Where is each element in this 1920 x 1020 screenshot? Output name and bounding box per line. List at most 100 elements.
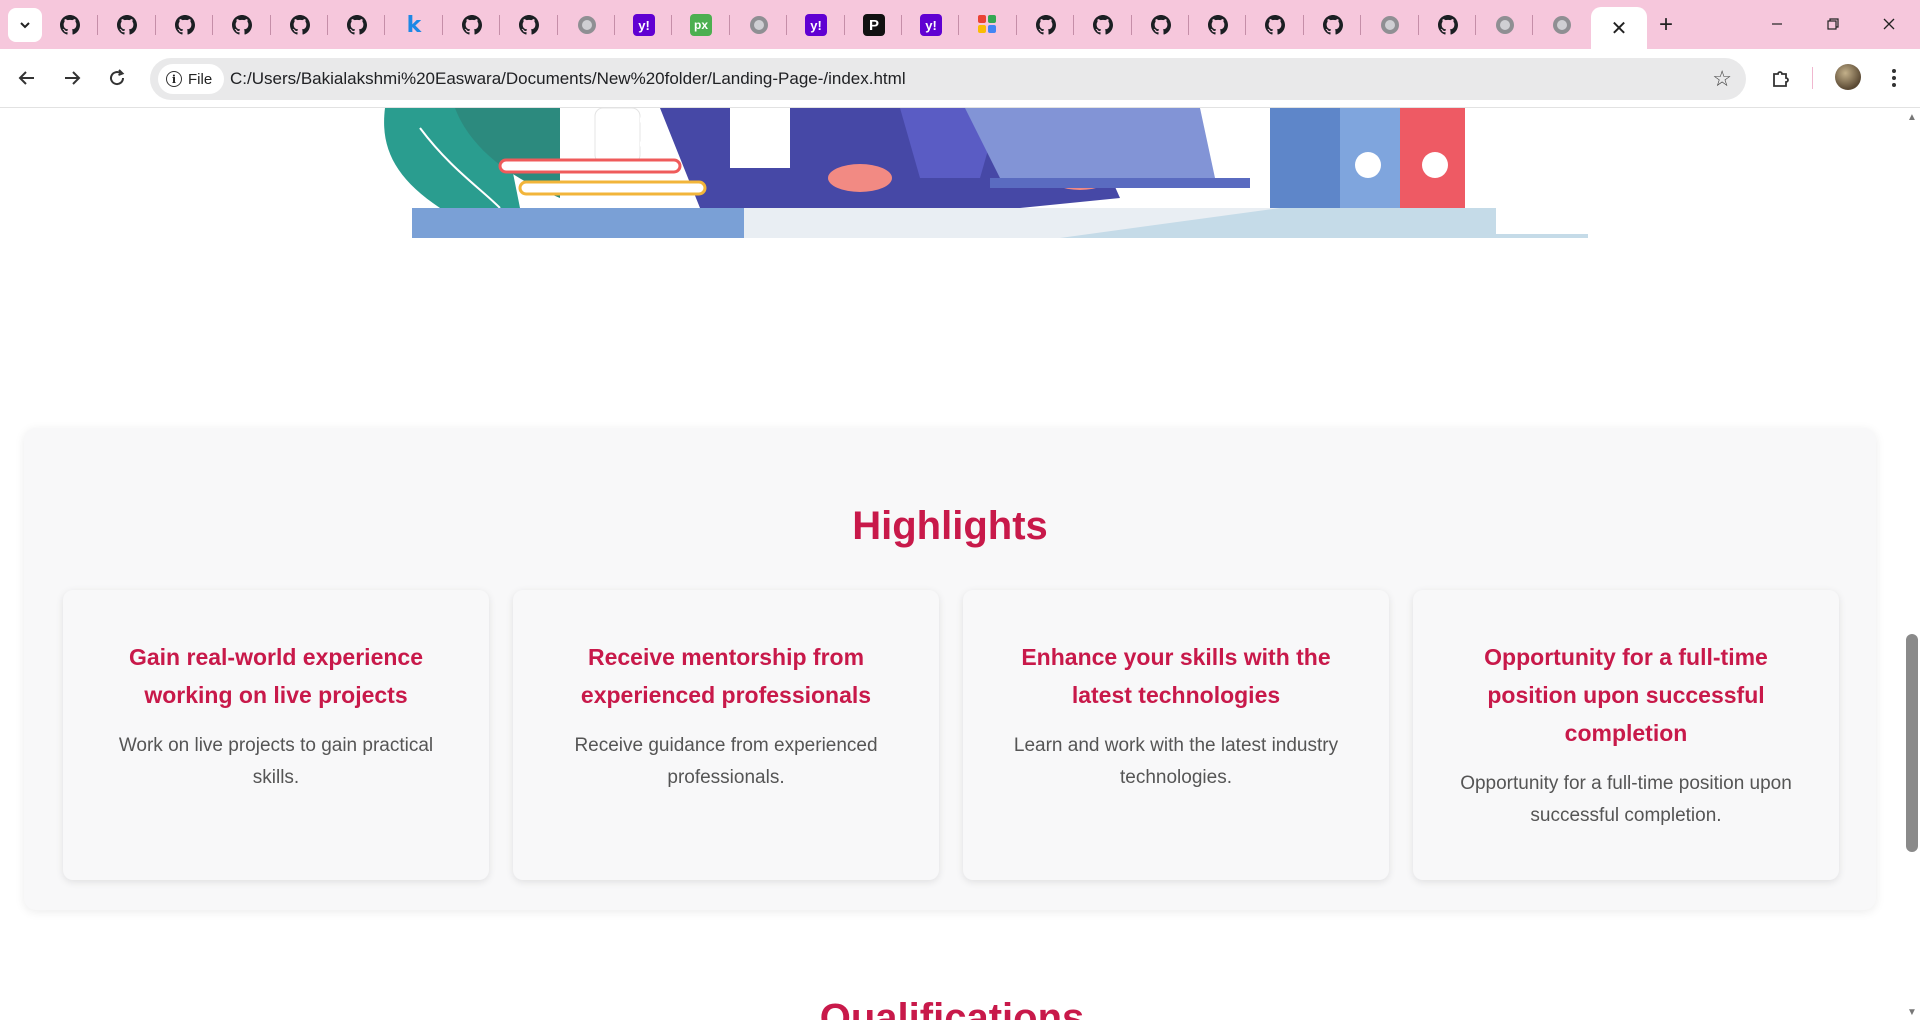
browser-tab[interactable]: P bbox=[848, 7, 900, 43]
github-icon bbox=[518, 14, 540, 36]
chevron-down-icon bbox=[20, 22, 30, 29]
tab-separator bbox=[1188, 15, 1189, 35]
github-icon bbox=[116, 14, 138, 36]
browser-tab[interactable] bbox=[1307, 7, 1359, 43]
tab-separator bbox=[614, 15, 615, 35]
browser-tab[interactable] bbox=[503, 7, 555, 43]
browser-tab[interactable] bbox=[1479, 7, 1531, 43]
browser-tab[interactable] bbox=[1192, 7, 1244, 43]
tab-separator bbox=[1131, 15, 1132, 35]
restore-button[interactable] bbox=[1810, 6, 1856, 42]
highlight-card: Enhance your skills with the latest tech… bbox=[963, 590, 1389, 880]
new-tab-button[interactable]: + bbox=[1651, 10, 1681, 40]
close-icon[interactable]: ✕ bbox=[1611, 16, 1628, 41]
github-icon bbox=[1150, 14, 1172, 36]
bookmark-star-icon[interactable]: ☆ bbox=[1712, 66, 1732, 92]
back-arrow-icon bbox=[18, 71, 34, 85]
extensions-button[interactable] bbox=[1764, 61, 1798, 95]
qualifications-title: Qualifications bbox=[819, 996, 1085, 1020]
highlight-card-title: Opportunity for a full-time position upo… bbox=[1484, 644, 1768, 746]
github-icon bbox=[174, 14, 196, 36]
highlights-section: Highlights Gain real-world experience wo… bbox=[24, 428, 1876, 910]
browser-tab[interactable] bbox=[1135, 7, 1187, 43]
back-button[interactable] bbox=[10, 61, 44, 95]
github-icon bbox=[1437, 14, 1459, 36]
browser-tab[interactable] bbox=[44, 7, 96, 43]
browser-tab[interactable] bbox=[101, 7, 153, 43]
tab-separator bbox=[1418, 15, 1419, 35]
scroll-thumb[interactable] bbox=[1906, 634, 1918, 852]
browser-tab[interactable] bbox=[216, 7, 268, 43]
github-icon bbox=[1264, 14, 1286, 36]
browser-tab[interactable]: k bbox=[388, 7, 440, 43]
globe-icon bbox=[750, 16, 768, 34]
globe-icon bbox=[1553, 16, 1571, 34]
browser-tab[interactable]: px bbox=[675, 7, 727, 43]
github-icon bbox=[59, 14, 81, 36]
close-window-button[interactable] bbox=[1866, 6, 1912, 42]
browser-tab[interactable] bbox=[1077, 7, 1129, 43]
highlight-card-description: Work on live projects to gain practical … bbox=[118, 735, 434, 788]
px-icon: px bbox=[690, 14, 712, 36]
more-vertical-icon bbox=[1892, 69, 1896, 87]
tab-separator bbox=[844, 15, 845, 35]
toolbar-divider bbox=[1812, 67, 1813, 89]
minimize-button[interactable] bbox=[1754, 6, 1800, 42]
site-info-chip[interactable]: i File bbox=[158, 64, 225, 94]
browser-tab[interactable] bbox=[1536, 7, 1588, 43]
browser-menu-button[interactable] bbox=[1877, 61, 1911, 95]
hero-illustration bbox=[384, 108, 1588, 238]
url-text[interactable]: C:/Users/Bakialakshmi%20Easwara/Document… bbox=[230, 69, 906, 89]
browser-tab[interactable] bbox=[274, 7, 326, 43]
browser-tab[interactable]: y! bbox=[905, 7, 957, 43]
active-tab[interactable]: ✕ bbox=[1591, 7, 1647, 49]
tab-search-button[interactable] bbox=[8, 8, 42, 42]
tab-separator bbox=[1360, 15, 1361, 35]
github-icon bbox=[461, 14, 483, 36]
highlight-card: Receive mentorship from experienced prof… bbox=[513, 590, 939, 880]
browser-tab[interactable] bbox=[1422, 7, 1474, 43]
yahoo-icon: y! bbox=[633, 14, 655, 36]
tab-separator bbox=[1303, 15, 1304, 35]
pinwheel-icon bbox=[978, 15, 998, 35]
close-window-icon bbox=[1883, 18, 1895, 30]
globe-icon bbox=[578, 16, 596, 34]
restore-icon bbox=[1827, 18, 1839, 30]
browser-tab[interactable] bbox=[962, 7, 1014, 43]
browser-tab[interactable] bbox=[331, 7, 383, 43]
scroll-down-arrow-icon[interactable]: ▼ bbox=[1907, 1007, 1917, 1018]
highlight-card-description: Receive guidance from experienced profes… bbox=[574, 735, 878, 788]
browser-tab[interactable] bbox=[733, 7, 785, 43]
browser-tab[interactable] bbox=[446, 7, 498, 43]
browser-toolbar: i File C:/Users/Bakialakshmi%20Easwara/D… bbox=[0, 49, 1920, 108]
browser-tab[interactable] bbox=[561, 7, 613, 43]
browser-tab[interactable]: y! bbox=[790, 7, 842, 43]
browser-tab[interactable] bbox=[159, 7, 211, 43]
profile-avatar[interactable] bbox=[1835, 64, 1861, 90]
scroll-up-arrow-icon[interactable]: ▲ bbox=[1907, 112, 1917, 123]
tab-separator bbox=[327, 15, 328, 35]
minimize-icon bbox=[1772, 23, 1782, 25]
browser-tab[interactable] bbox=[1249, 7, 1301, 43]
tab-separator bbox=[557, 15, 558, 35]
forward-arrow-icon bbox=[65, 71, 81, 85]
browser-tab[interactable] bbox=[1020, 7, 1072, 43]
reload-button[interactable] bbox=[100, 61, 134, 95]
page-scrollbar[interactable]: ▲ ▼ bbox=[1904, 108, 1920, 1020]
tab-strip: k y! px y! Py! ✕ + bbox=[0, 0, 1920, 49]
page-viewport: Highlights Gain real-world experience wo… bbox=[0, 108, 1904, 1020]
github-icon bbox=[1322, 14, 1344, 36]
forward-button[interactable] bbox=[55, 61, 89, 95]
github-icon bbox=[1207, 14, 1229, 36]
address-bar[interactable]: i File C:/Users/Bakialakshmi%20Easwara/D… bbox=[150, 58, 1746, 100]
tab-separator bbox=[1475, 15, 1476, 35]
tab-separator bbox=[729, 15, 730, 35]
tab-separator bbox=[786, 15, 787, 35]
browser-tab[interactable] bbox=[1364, 7, 1416, 43]
tab-separator bbox=[1073, 15, 1074, 35]
tab-separator bbox=[384, 15, 385, 35]
highlight-card: Opportunity for a full-time position upo… bbox=[1413, 590, 1839, 880]
highlight-card-description: Learn and work with the latest industry … bbox=[1013, 735, 1339, 788]
browser-tab[interactable]: y! bbox=[618, 7, 670, 43]
highlight-card-title: Gain real-world experience working on li… bbox=[128, 644, 423, 708]
